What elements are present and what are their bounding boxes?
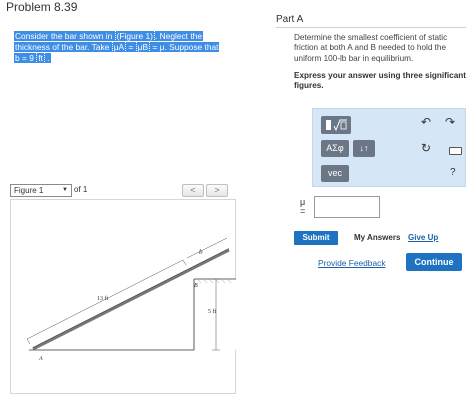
symbols-button[interactable]: ΑΣφ [321,140,349,157]
label-B: B [194,283,198,289]
figure-select-value: Figure 1 [14,186,44,195]
mu-b-symbol: μB [135,41,151,53]
give-up-link[interactable]: Give Up [408,233,438,242]
figure-count: of 1 [74,185,88,194]
problem-panel: Problem 8.39 Consider the bar shown in (… [0,0,270,402]
templates-icon [326,119,347,132]
redo-icon[interactable]: ↷ [445,115,455,129]
submit-button[interactable]: Submit [294,231,338,245]
templates-button[interactable] [321,116,351,134]
next-figure-button[interactable]: > [206,184,228,197]
problem-text-1: Consider the bar shown in [15,31,113,41]
provide-feedback-link[interactable]: Provide Feedback [318,258,386,268]
problem-text-3b: . [44,53,50,63]
continue-button[interactable]: Continue [406,253,462,271]
problem-statement: Consider the bar shown in (Figure 1). Ne… [14,30,236,64]
answer-label: μ = [300,198,305,216]
problem-title: Problem 8.39 [6,0,78,14]
caret-down-icon: ▼ [62,187,68,193]
figure-navigation: Figure 1 ▼ of 1 < > [10,184,236,198]
arrows-button[interactable]: ↓↑ [353,140,375,157]
part-title: Part A [276,14,304,25]
problem-text-3: b = 9 [15,53,37,63]
figure-frame: b B A 13 ft 5 ft [10,199,236,394]
help-icon[interactable]: ? [450,167,456,178]
equals-sign: = [126,42,136,52]
label-b: b [199,248,203,256]
previous-figure-button[interactable]: < [182,184,204,197]
answer-input[interactable] [314,196,380,218]
keyboard-icon[interactable] [449,147,462,155]
vec-button[interactable]: vec [321,165,349,182]
equals-symbol: = [300,206,306,216]
answer-panel: Part A Determine the smallest coefficien… [270,0,474,402]
mu-a-symbol: μA [111,41,127,53]
label-13ft: 13 ft [97,295,108,302]
part-instruction: Express your answer using three signific… [294,71,466,91]
undo-icon[interactable]: ↶ [421,115,431,129]
my-answers-link[interactable]: My Answers [354,233,400,242]
label-A: A [38,356,43,362]
problem-text-1b: . Neglect the [154,31,202,41]
divider [276,27,466,28]
problem-text-2: thickness of the bar. Take [15,42,112,52]
figure-select[interactable]: Figure 1 ▼ [10,184,72,197]
reset-icon[interactable]: ↻ [421,141,431,155]
math-toolbar: ΑΣφ ↓↑ vec ↶ ↷ ↻ ? [312,108,466,187]
bar-diagram: b B A 13 ft 5 ft [26,237,236,362]
unit-ft: ft [36,52,45,64]
part-description: Determine the smallest coefficient of st… [294,33,448,63]
problem-text-2b: = μ. Suppose that [150,42,219,52]
label-5ft: 5 ft [208,308,216,315]
